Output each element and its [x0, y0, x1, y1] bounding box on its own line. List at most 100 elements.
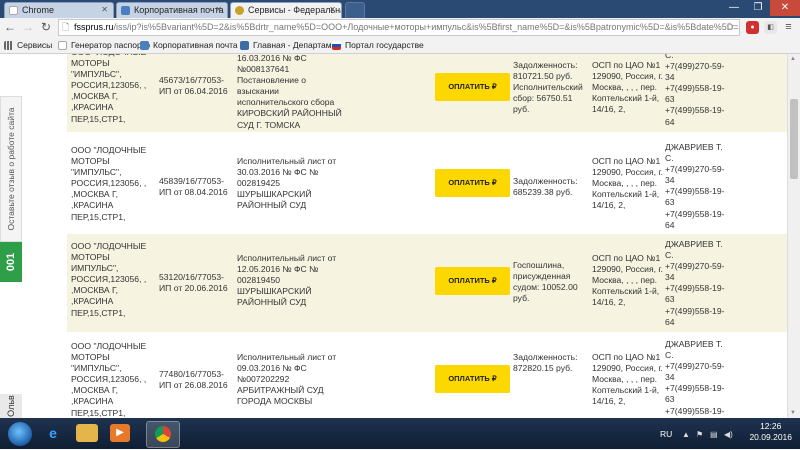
flag-icon[interactable]: ⚑ — [696, 430, 703, 439]
back-icon[interactable]: ← — [3, 20, 17, 34]
mail-icon — [140, 41, 149, 50]
site-icon — [240, 41, 249, 50]
page-info-icon: 🗋 — [62, 22, 70, 32]
forward-icon[interactable]: → — [21, 20, 35, 34]
bookmark-apps[interactable]: Сервисы — [4, 39, 52, 52]
language-indicator[interactable]: RU — [660, 429, 672, 439]
document-cell: Исполнительный лист от 09.03.2016 № ФС №… — [237, 352, 337, 407]
start-button[interactable] — [8, 422, 32, 446]
bottom-tab[interactable]: Ольв — [0, 394, 22, 418]
minimize-icon[interactable]: — — [722, 0, 746, 16]
close-window-icon[interactable]: ✕ — [770, 0, 800, 16]
subject-cell: Задолженность: 685239.38 руб. — [513, 176, 578, 198]
table-row: ООО "ЛОДОЧНЫЕ МОТОРЫ "ИМПУЛЬС", РОССИЯ,1… — [67, 54, 787, 132]
maximize-icon[interactable]: ❐ — [746, 0, 770, 16]
table-row: ООО "ЛОДОЧНЫЕ МОТОРЫ "ИМПУЛЬС", РОССИЯ,1… — [67, 336, 787, 418]
bookmarks-bar: Сервисы Генератор паспорто Корпоративная… — [0, 38, 800, 54]
bookmark-label: Сервисы — [17, 40, 53, 50]
vertical-scrollbar[interactable]: ▲ ▼ — [787, 54, 800, 418]
clock-time: 12:26 — [760, 421, 782, 431]
department-cell: ОСП по ЦАО №1 129090, Россия, г. Москва,… — [592, 60, 663, 115]
network-icon[interactable]: ▤ — [710, 430, 718, 439]
scroll-up-icon[interactable]: ▲ — [790, 56, 796, 62]
extension-icon[interactable]: ◧ — [764, 21, 777, 34]
subject-cell: Госпошлина, присужденная судом: 10052.00… — [513, 260, 578, 304]
document-cell: 16.03.2016 № ФС №008137641 Постановление… — [237, 54, 342, 130]
browser-toolbar: ← → ↻ 🗋 fssprus.ru/iss/ip?is%5Bvariant%5D… — [0, 18, 800, 38]
bookmark-gov-portal[interactable]: Портал государстве — [332, 39, 424, 52]
bookmark-passport-generator[interactable]: Генератор паспорто — [58, 39, 150, 52]
officer-cell: ДЖАВРИЕВ Т. С. +7(499)270-59- 34 +7(499)… — [665, 239, 725, 327]
bookmark-corporate-mail[interactable]: Корпоративная почта — [140, 39, 238, 52]
tab-label: Корпоративная почта — [134, 5, 224, 15]
ip-cell: 45839/16/77053- ИП от 08.04.2016 — [159, 176, 228, 198]
feedback-label: Оставьте отзыв о работе сайта — [6, 107, 16, 231]
department-cell: ОСП по ЦАО №1 129090, Россия, г. Москва,… — [592, 156, 663, 211]
show-hidden-icons[interactable]: ▲ — [682, 430, 690, 439]
ip-cell: 45673/16/77053- ИП от 06.04.2016 — [159, 75, 228, 97]
badge-label: 001 — [5, 252, 17, 272]
internet-explorer-icon[interactable]: e — [40, 421, 66, 446]
emblem-icon — [235, 6, 244, 15]
bookmark-label: Портал государстве — [345, 40, 424, 50]
bookmark-label: Генератор паспорто — [71, 40, 151, 50]
tab-label: Сервисы - Федеральная — [248, 5, 342, 15]
bookmark-star-icon[interactable]: ☆ — [725, 20, 735, 35]
file-explorer-icon[interactable] — [76, 424, 98, 442]
scroll-down-icon[interactable]: ▼ — [790, 410, 796, 416]
url-domain: fssprus.ru — [74, 22, 114, 32]
debtor-cell: ООО "ЛОДОЧНЫЕ МОТОРЫ "ИМПУЛЬС", РОССИЯ,1… — [71, 341, 147, 418]
volume-icon[interactable]: ◀) — [724, 430, 733, 439]
tab-fssp-services[interactable]: Сервисы - Федеральная ✕ — [230, 2, 342, 18]
tab-strip: Chrome ✕ Корпоративная почта ✕ Сервисы -… — [0, 0, 800, 18]
page-icon — [9, 6, 18, 15]
chrome-taskbar-icon[interactable] — [146, 421, 180, 448]
pay-button[interactable]: ОПЛАТИТЬ ₽ — [435, 169, 510, 197]
document-cell: Исполнительный лист от 30.03.2016 № ФС №… — [237, 156, 337, 211]
subject-cell: Задолженность: 810721.50 руб. Исполнител… — [513, 60, 583, 115]
pay-button[interactable]: ОПЛАТИТЬ ₽ — [435, 267, 510, 295]
adblock-icon[interactable]: ● — [746, 21, 759, 34]
debtor-cell: ООО "ЛОДОЧНЫЕ МОТОРЫ ИМПУЛЬС", РОССИЯ,12… — [71, 241, 147, 318]
close-icon[interactable]: ✕ — [101, 5, 108, 14]
media-player-icon[interactable]: ▶ — [110, 424, 130, 442]
tab-corporate-mail[interactable]: Корпоративная почта ✕ — [116, 2, 228, 18]
close-icon[interactable]: ✕ — [215, 5, 222, 14]
windows-taskbar: e ▶ RU ▲ ⚑ ▤ ◀) 12:26 20.09.2016 — [0, 418, 800, 449]
officer-cell: ДЖАВРИЕВ Т. С. +7(499)270-59- 34 +7(499)… — [665, 339, 725, 418]
page-icon — [58, 41, 67, 50]
scrollbar-thumb[interactable] — [790, 99, 798, 179]
bookmark-label: Главная - Департам — [253, 40, 332, 50]
table-row: ООО "ЛОДОЧНЫЕ МОТОРЫ ИМПУЛЬС", РОССИЯ,12… — [67, 234, 787, 332]
ip-cell: 77480/16/77053- ИП от 26.08.2016 — [159, 369, 228, 391]
clock[interactable]: 12:26 20.09.2016 — [749, 421, 792, 443]
tab-label: Chrome — [22, 5, 55, 15]
officer-cell: ДЖАВРИЕВ Т. С. +7(499)270-59- 34 +7(499)… — [665, 142, 725, 230]
mail-icon — [121, 6, 130, 15]
left-sidebar: Оставьте отзыв о работе сайта 001 Ольв — [0, 54, 22, 418]
feedback-tab[interactable]: Оставьте отзыв о работе сайта — [0, 96, 22, 242]
ip-cell: 53120/16/77053- ИП от 20.06.2016 — [159, 272, 228, 294]
new-tab-button[interactable] — [345, 2, 365, 18]
department-cell: ОСП по ЦАО №1 129090, Россия, г. Москва,… — [592, 352, 663, 407]
subject-cell: Задолженность: 872820.15 руб. — [513, 352, 578, 374]
officer-cell: С. +7(499)270-59- 34 +7(499)558-19- 63 +… — [665, 54, 725, 127]
department-cell: ОСП по ЦАО №1 129090, Россия, г. Москва,… — [592, 253, 663, 308]
close-icon[interactable]: ✕ — [329, 5, 336, 14]
pay-button[interactable]: ОПЛАТИТЬ ₽ — [435, 365, 510, 393]
address-bar[interactable]: 🗋 fssprus.ru/iss/ip?is%5Bvariant%5D=2&is%… — [58, 19, 740, 36]
menu-icon[interactable]: ≡ — [782, 21, 795, 34]
reload-icon[interactable]: ↻ — [39, 20, 53, 34]
bookmark-label: Корпоративная почта — [153, 40, 238, 50]
flag-icon — [332, 41, 341, 50]
feedback-badge[interactable]: 001 — [0, 242, 22, 282]
clock-date: 20.09.2016 — [749, 432, 792, 442]
document-cell: Исполнительный лист от 12.05.2016 № ФС №… — [237, 253, 337, 308]
debtor-cell: ООО "ЛОДОЧНЫЕ МОТОРЫ "ИМПУЛЬС", РОССИЯ,1… — [71, 54, 147, 124]
tab-chrome[interactable]: Chrome ✕ — [4, 2, 114, 18]
pay-button[interactable]: ОПЛАТИТЬ ₽ — [435, 73, 510, 101]
debtor-cell: ООО "ЛОДОЧНЫЕ МОТОРЫ "ИМПУЛЬС", РОССИЯ,1… — [71, 145, 147, 222]
bottom-tab-label: Ольв — [6, 395, 16, 417]
apps-icon — [4, 41, 13, 50]
bookmark-department[interactable]: Главная - Департам — [240, 39, 332, 52]
